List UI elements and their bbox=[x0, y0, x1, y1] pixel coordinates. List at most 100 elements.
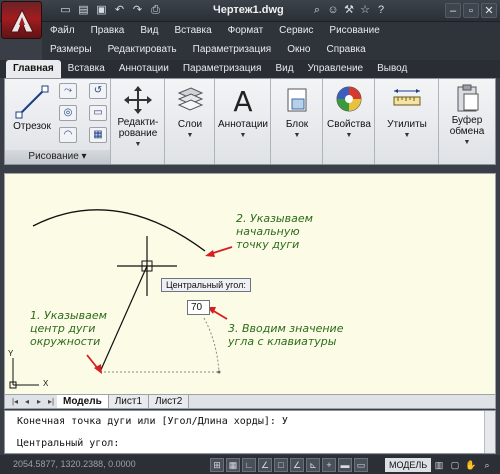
line-button[interactable]: Отрезок bbox=[9, 85, 55, 132]
polyline-button[interactable]: ⤳ bbox=[59, 83, 77, 99]
command-prompt-line[interactable]: Центральный угол: bbox=[17, 438, 119, 449]
menu-item-view[interactable]: Вид bbox=[132, 22, 166, 40]
menu-item-parametric[interactable]: Параметризация bbox=[185, 41, 280, 59]
osnap-icon[interactable]: □ bbox=[274, 458, 288, 472]
dynamic-input-label: Центральный угол: bbox=[161, 278, 251, 292]
rectangle-button[interactable]: ▭ bbox=[89, 105, 107, 121]
block-button[interactable]: Блок ▼ bbox=[276, 85, 318, 141]
zoom-icon[interactable]: ⌕ bbox=[480, 458, 494, 472]
layout-icon[interactable]: ▥ bbox=[432, 458, 446, 472]
draw-panel-label[interactable]: Рисование ▾ bbox=[5, 150, 110, 164]
clipboard-label-2: обмена bbox=[449, 126, 485, 137]
application-menu-button[interactable] bbox=[1, 1, 42, 39]
grid-icon[interactable]: ▦ bbox=[226, 458, 240, 472]
star-icon[interactable]: ☆ bbox=[358, 3, 372, 18]
tab-view[interactable]: Вид bbox=[268, 60, 300, 78]
close-icon[interactable]: ✕ bbox=[481, 3, 497, 18]
arrow-to-input-icon bbox=[207, 307, 228, 320]
clipboard-label-1: Буфер bbox=[451, 115, 483, 126]
tab-home[interactable]: Главная bbox=[6, 60, 61, 78]
drawing-area[interactable]: 2. Указываем начальную точку дуги 1. Ука… bbox=[4, 173, 496, 395]
help-icon[interactable]: ? bbox=[374, 3, 388, 18]
block-icon bbox=[287, 88, 307, 112]
modify-button[interactable]: Редакти- рование ▼ bbox=[114, 85, 162, 150]
pan-icon[interactable]: ✋ bbox=[464, 458, 478, 472]
menu-item-window[interactable]: Окно bbox=[279, 41, 318, 59]
undo-icon[interactable]: ↶ bbox=[112, 3, 127, 18]
layers-button[interactable]: Слои ▼ bbox=[169, 85, 211, 141]
chevron-down-icon: ▼ bbox=[345, 132, 353, 139]
menu-item-modify[interactable]: Редактировать bbox=[100, 41, 185, 59]
color-wheel-icon bbox=[336, 86, 362, 112]
prev-tab-icon[interactable]: ◂ bbox=[21, 395, 33, 408]
text-icon: A bbox=[233, 85, 252, 117]
infocenter-toolbar: ⌕ ☺ ⚒ ☆ ? bbox=[310, 3, 388, 18]
clipboard-button[interactable]: Буфер обмена ▼ bbox=[442, 83, 492, 148]
viewport-icon[interactable]: ▢ bbox=[448, 458, 462, 472]
menu-item-draw[interactable]: Рисование bbox=[321, 22, 387, 40]
modify-panel: Редакти- рование ▼ bbox=[111, 79, 165, 164]
command-scrollbar[interactable] bbox=[484, 411, 495, 453]
tab-annotate[interactable]: Аннотации bbox=[112, 60, 176, 78]
users-icon[interactable]: ☺ bbox=[326, 3, 340, 18]
minimize-icon[interactable]: – bbox=[445, 3, 461, 18]
save-icon[interactable]: ▣ bbox=[94, 3, 109, 18]
wrench-icon[interactable]: ⚒ bbox=[342, 3, 356, 18]
dyn-icon[interactable]: + bbox=[322, 458, 336, 472]
tab-output[interactable]: Вывод bbox=[370, 60, 414, 78]
ortho-icon[interactable]: ∟ bbox=[242, 458, 256, 472]
binoculars-icon[interactable]: ⌕ bbox=[310, 3, 324, 18]
menu-item-edit[interactable]: Правка bbox=[83, 22, 133, 40]
utilities-panel: Утилиты ▼ bbox=[375, 79, 439, 164]
svg-text:A: A bbox=[233, 85, 252, 117]
new-icon[interactable]: ▭ bbox=[58, 3, 73, 18]
last-tab-icon[interactable]: ▸| bbox=[45, 395, 57, 408]
next-tab-icon[interactable]: ▸ bbox=[33, 395, 45, 408]
tab-parametric[interactable]: Параметризация bbox=[176, 60, 269, 78]
chevron-down-icon: ▼ bbox=[463, 139, 471, 146]
menu-item-dimensions[interactable]: Размеры bbox=[42, 41, 100, 59]
menu-item-format[interactable]: Формат bbox=[220, 22, 272, 40]
tab-layout2[interactable]: Лист2 bbox=[149, 395, 190, 408]
block-label: Блок bbox=[285, 119, 309, 130]
menu-row-2: Размеры Редактировать Параметризация Окн… bbox=[42, 41, 374, 59]
circle-button[interactable]: ◎ bbox=[59, 105, 77, 121]
tab-manage[interactable]: Управление bbox=[301, 60, 371, 78]
open-icon[interactable]: ▤ bbox=[76, 3, 91, 18]
layers-panel: Слои ▼ bbox=[165, 79, 215, 164]
line-icon bbox=[15, 85, 49, 119]
print-icon[interactable]: ⎙ bbox=[148, 3, 163, 18]
rotate-button[interactable]: ↺ bbox=[89, 83, 107, 99]
command-line[interactable]: Конечная точка дуги или [Угол/Длина хорд… bbox=[4, 410, 496, 454]
menu-item-tools[interactable]: Сервис bbox=[271, 22, 321, 40]
menu-item-insert[interactable]: Вставка bbox=[166, 22, 219, 40]
chevron-down-icon: ▼ bbox=[186, 132, 194, 139]
ribbon-divider bbox=[0, 165, 500, 173]
polar-icon[interactable]: ∠ bbox=[258, 458, 272, 472]
menu-item-file[interactable]: Файл bbox=[42, 22, 83, 40]
ducs-icon[interactable]: ⊾ bbox=[306, 458, 320, 472]
tab-model[interactable]: Модель bbox=[57, 395, 109, 408]
properties-button[interactable]: Свойства ▼ bbox=[326, 85, 372, 141]
hatch-button[interactable]: ▦ bbox=[89, 127, 107, 143]
clipboard-icon bbox=[457, 84, 479, 112]
note3-line2: угла с клавиатуры bbox=[228, 335, 337, 348]
first-tab-icon[interactable]: |◂ bbox=[9, 395, 21, 408]
model-space-button[interactable]: МОДЕЛЬ bbox=[385, 458, 432, 472]
menu-item-help[interactable]: Справка bbox=[318, 41, 373, 59]
status-tray: ▥ ▢ ✋ ⌕ bbox=[432, 458, 494, 472]
otrack-icon[interactable]: ∠ bbox=[290, 458, 304, 472]
lineweight-icon[interactable]: ▬ bbox=[338, 458, 352, 472]
snap-icon[interactable]: ⊞ bbox=[210, 458, 224, 472]
window-controls: – ▫ ✕ bbox=[445, 3, 497, 18]
tab-layout1[interactable]: Лист1 bbox=[108, 395, 150, 408]
preview-arc bbox=[203, 317, 220, 373]
annotation-button[interactable]: A Аннотации ▼ bbox=[218, 83, 268, 141]
redo-icon[interactable]: ↷ bbox=[130, 3, 145, 18]
tab-insert[interactable]: Вставка bbox=[61, 60, 112, 78]
angle-input-field[interactable]: 70 bbox=[187, 300, 210, 315]
arc-button[interactable]: ◠ bbox=[59, 127, 77, 143]
restore-icon[interactable]: ▫ bbox=[463, 3, 479, 18]
utilities-button[interactable]: Утилиты ▼ bbox=[381, 85, 433, 141]
qp-icon[interactable]: ▭ bbox=[354, 458, 368, 472]
